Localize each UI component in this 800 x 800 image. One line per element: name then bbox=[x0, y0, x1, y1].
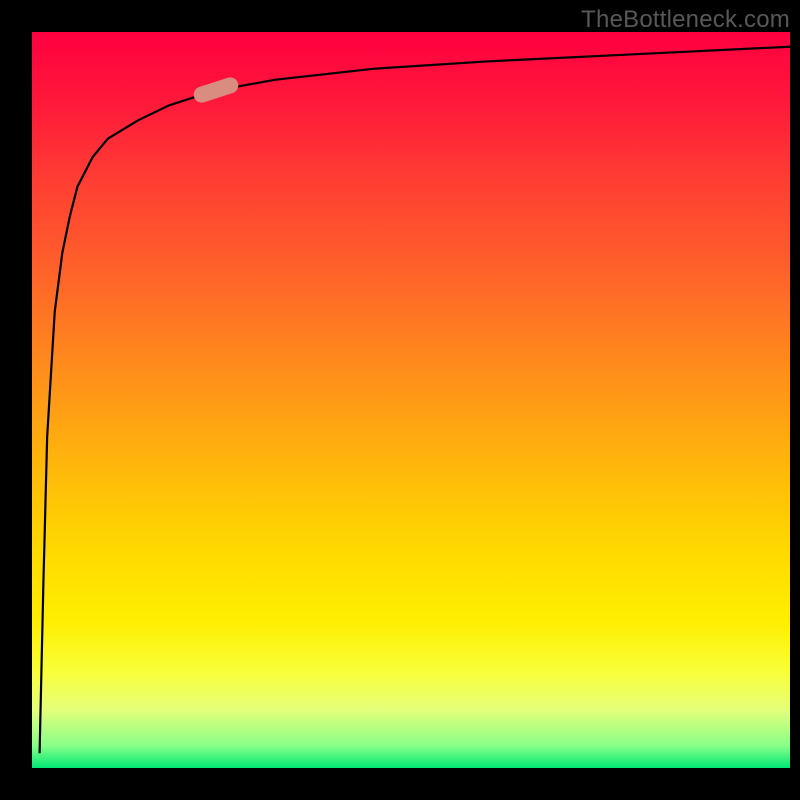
curve-path bbox=[40, 47, 790, 754]
curve-marker bbox=[192, 75, 241, 104]
plot-area bbox=[32, 32, 790, 768]
curve-svg bbox=[32, 32, 790, 768]
chart-frame: TheBottleneck.com bbox=[0, 0, 800, 800]
attribution-text: TheBottleneck.com bbox=[581, 6, 790, 34]
